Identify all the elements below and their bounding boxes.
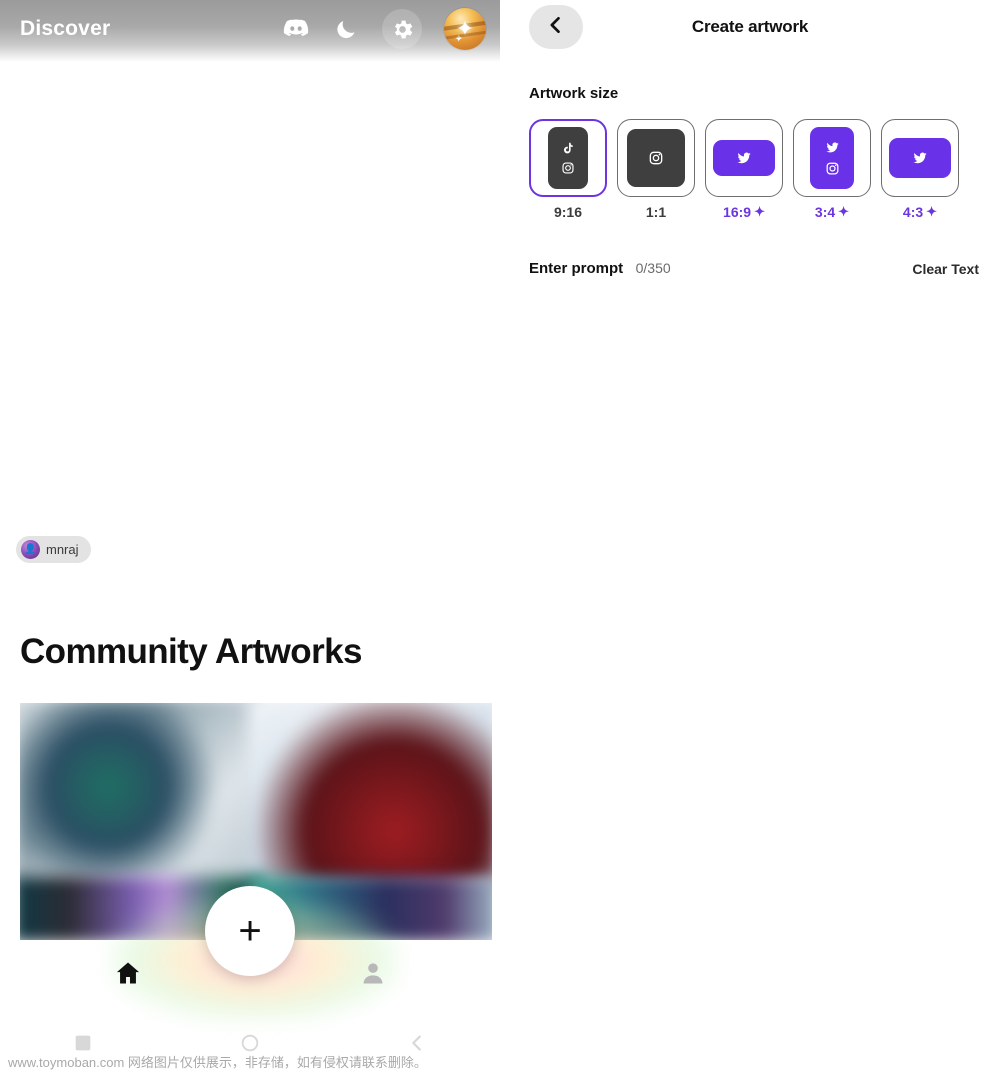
thumb-preview-9-16 bbox=[548, 127, 588, 189]
sparkle-icon: ✦ bbox=[455, 16, 475, 41]
gear-icon bbox=[388, 15, 416, 43]
prompt-character-counter: 0/350 bbox=[635, 260, 671, 276]
app-screenshot: Discover ✦ ✦ 👤 mnraj Community Artworks … bbox=[0, 0, 1000, 1072]
size-ratio-text: 4:3 bbox=[902, 204, 924, 220]
tiktok-icon bbox=[561, 141, 575, 155]
pro-sparkle-icon: ✦ bbox=[926, 204, 938, 219]
page-title: Discover bbox=[20, 17, 111, 40]
discover-panel: Discover ✦ ✦ 👤 mnraj Community Artworks … bbox=[0, 0, 500, 1072]
moon-icon[interactable] bbox=[332, 15, 360, 43]
artwork-thumb-2[interactable] bbox=[248, 703, 492, 884]
watermark-text: www.toymoban.com 网络图片仅供展示，非存储，如有侵权请联系删除。 bbox=[8, 1055, 427, 1070]
artwork-size-label: Artwork size bbox=[529, 85, 619, 102]
instagram-icon bbox=[561, 161, 575, 175]
thumb-preview-16-9 bbox=[713, 140, 775, 176]
nav-home[interactable] bbox=[110, 958, 146, 992]
discover-header: Discover ✦ ✦ bbox=[0, 0, 500, 62]
create-fab-button[interactable]: + bbox=[205, 886, 295, 976]
create-artwork-header: Create artwork bbox=[500, 0, 1000, 60]
panel-title: Create artwork bbox=[691, 17, 809, 36]
settings-button[interactable] bbox=[382, 9, 422, 49]
person-glyph: 👤 bbox=[24, 543, 37, 555]
thumb-preview-1-1 bbox=[627, 129, 685, 187]
home-icon bbox=[113, 959, 143, 992]
nav-profile[interactable] bbox=[355, 958, 391, 992]
user-chip[interactable]: 👤 mnraj bbox=[16, 536, 91, 563]
size-label-3-4: 3:4 ✦ bbox=[815, 204, 849, 220]
size-option-16-9[interactable]: 16:9 ✦ bbox=[705, 119, 783, 220]
size-label-1-1: 1:1 bbox=[646, 204, 666, 220]
artwork-thumb-1[interactable] bbox=[20, 703, 264, 884]
clear-text-button[interactable]: Clear Text bbox=[912, 261, 979, 277]
thumb-preview-4-3 bbox=[889, 138, 951, 178]
size-ratio-text: 1:1 bbox=[645, 204, 667, 220]
size-ratio-text: 9:16 bbox=[553, 204, 583, 220]
size-card-16-9[interactable] bbox=[705, 119, 783, 197]
community-artworks-heading: Community Artworks bbox=[20, 632, 362, 671]
size-ratio-text: 3:4 bbox=[814, 204, 836, 220]
header-actions: ✦ ✦ bbox=[282, 8, 486, 50]
size-option-1-1[interactable]: 1:1 bbox=[617, 119, 695, 220]
plus-icon: + bbox=[238, 909, 262, 953]
sparkle-small-icon: ✦ bbox=[454, 33, 464, 46]
size-card-1-1[interactable] bbox=[617, 119, 695, 197]
size-label-16-9: 16:9 ✦ bbox=[723, 204, 765, 220]
twitter-icon bbox=[825, 140, 840, 155]
discord-icon[interactable] bbox=[282, 15, 310, 43]
size-card-4-3[interactable] bbox=[881, 119, 959, 197]
user-chip-label: mnraj bbox=[46, 542, 79, 557]
thumb-preview-3-4 bbox=[810, 127, 854, 189]
user-avatar-icon: 👤 bbox=[21, 540, 40, 559]
prompt-label: Enter prompt bbox=[529, 260, 624, 277]
artwork-size-options: 9:16 1:1 16:9 ✦ 3:4 ✦ 4:3 ✦ bbox=[529, 119, 979, 220]
instagram-icon bbox=[825, 161, 840, 176]
instagram-icon bbox=[648, 150, 664, 166]
size-option-3-4[interactable]: 3:4 ✦ bbox=[793, 119, 871, 220]
pro-sparkle-icon: ✦ bbox=[754, 204, 765, 219]
pro-sparkle-icon: ✦ bbox=[838, 204, 850, 219]
twitter-icon bbox=[736, 150, 752, 166]
size-card-9-16[interactable] bbox=[529, 119, 607, 197]
size-label-9-16: 9:16 bbox=[554, 204, 582, 220]
size-ratio-text: 16:9 bbox=[723, 204, 752, 220]
size-label-4-3: 4:3 ✦ bbox=[903, 204, 937, 220]
avatar[interactable]: ✦ ✦ bbox=[444, 8, 486, 50]
twitter-icon bbox=[912, 150, 928, 166]
size-option-9-16[interactable]: 9:16 bbox=[529, 119, 607, 220]
prompt-header: Enter prompt 0/350 Clear Text bbox=[529, 260, 979, 280]
person-icon bbox=[359, 959, 387, 992]
size-card-3-4[interactable] bbox=[793, 119, 871, 197]
create-artwork-panel: Create artwork Artwork size 9:16 1:1 16:… bbox=[500, 0, 1000, 1072]
size-option-4-3[interactable]: 4:3 ✦ bbox=[881, 119, 959, 220]
